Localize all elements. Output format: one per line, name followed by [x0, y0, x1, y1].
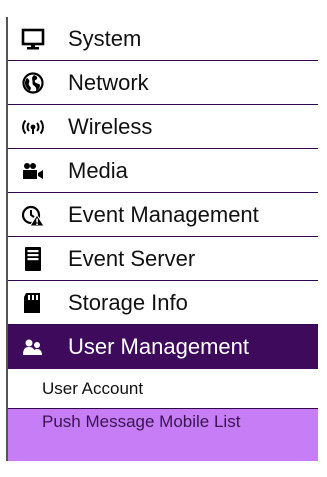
- globe-icon: [20, 70, 46, 96]
- settings-menu: System Network Wireless Media Event Mana…: [6, 17, 318, 461]
- menu-item-label: User Management: [68, 333, 249, 359]
- submenu-item-user-account[interactable]: User Account: [8, 369, 318, 409]
- menu-item-event-server[interactable]: Event Server: [8, 237, 318, 281]
- menu-item-storage-info[interactable]: Storage Info: [8, 281, 318, 325]
- sd-card-icon: [20, 290, 46, 316]
- menu-item-label: Event Server: [68, 245, 196, 271]
- menu-item-user-management[interactable]: User Management: [8, 325, 318, 369]
- menu-item-label: Wireless: [68, 113, 153, 139]
- users-icon: [20, 334, 46, 360]
- menu-item-wireless[interactable]: Wireless: [8, 105, 318, 149]
- menu-item-label: Event Management: [68, 201, 259, 227]
- monitor-icon: [20, 26, 46, 52]
- menu-item-media[interactable]: Media: [8, 149, 318, 193]
- server-icon: [20, 246, 46, 272]
- menu-item-network[interactable]: Network: [8, 61, 318, 105]
- menu-item-event-management[interactable]: Event Management: [8, 193, 318, 237]
- menu-item-system[interactable]: System: [8, 17, 318, 61]
- event-alarm-icon: [20, 202, 46, 228]
- media-icon: [20, 158, 46, 184]
- menu-item-label: Network: [68, 69, 149, 95]
- wireless-icon: [20, 114, 46, 140]
- menu-item-label: Media: [68, 157, 128, 183]
- submenu-item-push-message-mobile-list[interactable]: Push Message Mobile List: [8, 409, 318, 461]
- menu-item-label: System: [68, 25, 142, 51]
- menu-item-label: Storage Info: [68, 289, 188, 315]
